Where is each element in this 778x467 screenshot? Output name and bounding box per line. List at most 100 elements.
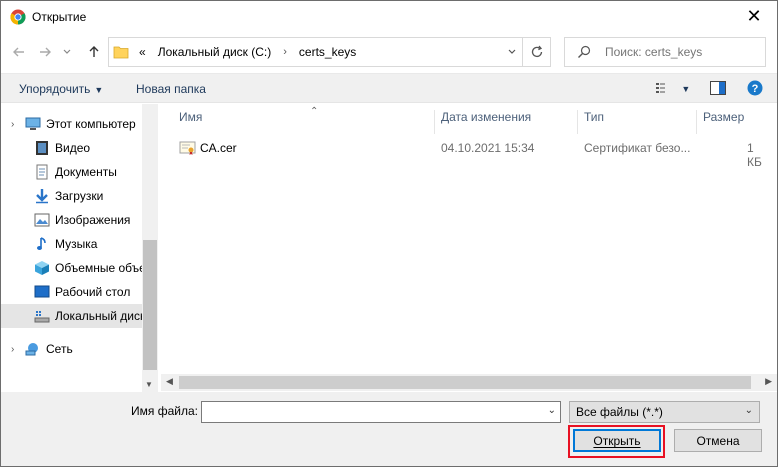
toolbar: Упорядочить ▼ Новая папка ▼ ? xyxy=(1,73,777,103)
up-button[interactable] xyxy=(85,43,103,61)
navigation-pane: › Этот компьютер Видео Документы Загрузк… xyxy=(1,104,158,392)
cancel-button-label: Отмена xyxy=(696,434,740,448)
column-header-type[interactable]: Тип xyxy=(578,110,697,134)
sidebar-item-local-disk[interactable]: Локальный диск (C:) xyxy=(1,304,142,328)
sidebar-item-pictures[interactable]: Изображения xyxy=(1,208,142,232)
search-icon xyxy=(578,45,591,58)
svg-text:?: ? xyxy=(752,83,759,95)
chevron-down-icon xyxy=(63,49,71,54)
file-row[interactable]: CA.cer 04.10.2021 15:34 Сертификат безо.… xyxy=(173,137,769,169)
sidebar-item-label: Локальный диск (C:) xyxy=(55,309,142,323)
sidebar-item-label: Объемные объекты xyxy=(55,261,142,275)
organize-button[interactable]: Упорядочить ▼ xyxy=(19,82,103,96)
file-name: CA.cer xyxy=(200,141,237,155)
3d-objects-icon xyxy=(35,261,49,275)
scroll-right-icon[interactable]: ▶ xyxy=(765,376,772,387)
new-folder-button[interactable]: Новая папка xyxy=(136,82,206,96)
sidebar-item-downloads[interactable]: Загрузки xyxy=(1,184,142,208)
sidebar-item-documents[interactable]: Документы xyxy=(1,160,142,184)
network-icon xyxy=(25,343,38,356)
column-header-size[interactable]: Размер xyxy=(697,110,773,134)
search-box[interactable] xyxy=(564,37,766,67)
breadcrumb-overflow[interactable]: « xyxy=(133,45,152,59)
sidebar-item-label: Музыка xyxy=(55,237,98,251)
file-size: 1 КБ xyxy=(747,141,762,169)
preview-pane-button[interactable] xyxy=(710,81,726,98)
chevron-down-icon[interactable]: ⌄ xyxy=(548,405,556,416)
computer-icon xyxy=(25,117,41,130)
video-icon xyxy=(36,141,48,155)
filename-label: Имя файла: xyxy=(131,404,198,418)
drive-icon xyxy=(34,311,50,323)
sidebar-item-music[interactable]: Музыка xyxy=(1,232,142,256)
column-header-label: Размер xyxy=(703,110,745,124)
file-list-horizontal-scrollbar[interactable]: ◀ ▶ xyxy=(161,374,777,391)
highlight-annotation xyxy=(568,425,665,458)
sidebar-item-label: Видео xyxy=(55,141,91,155)
file-list: ⌃ Имя Дата изменения Тип Размер CA.cer 0… xyxy=(161,104,777,392)
scrollbar-thumb[interactable] xyxy=(179,376,751,389)
file-type-select[interactable]: Все файлы (*.*) ⌄ xyxy=(569,401,760,423)
folder-icon xyxy=(113,46,129,59)
sidebar-item-label: Сеть xyxy=(46,342,73,356)
chevron-down-icon: ▼ xyxy=(94,85,104,95)
column-header-label: Дата изменения xyxy=(441,110,532,124)
organize-label: Упорядочить xyxy=(19,82,91,96)
help-button[interactable]: ? xyxy=(747,80,763,99)
address-bar[interactable]: « Локальный диск (C:) › certs_keys xyxy=(108,37,551,67)
up-arrow-icon xyxy=(89,46,99,57)
address-dropdown-icon[interactable] xyxy=(507,45,517,59)
sidebar-item-label: Документы xyxy=(55,165,117,179)
pictures-icon xyxy=(34,213,50,227)
desktop-icon xyxy=(34,285,50,298)
file-date: 04.10.2021 15:34 xyxy=(441,141,535,155)
column-header-date[interactable]: Дата изменения xyxy=(435,110,578,134)
open-file-dialog: Открытие ✕ « Локальный диск (C:) › certs… xyxy=(0,0,778,467)
close-button[interactable]: ✕ xyxy=(731,1,777,32)
sidebar-item-label: Изображения xyxy=(55,213,131,227)
sidebar-item-label: Этот компьютер xyxy=(46,117,136,131)
sidebar-item-network[interactable]: › Сеть xyxy=(1,337,142,361)
navigation-pane-scrollbar[interactable]: ▼ xyxy=(142,104,158,392)
chevron-down-icon: ▼ xyxy=(681,84,691,94)
file-type: Сертификат безо... xyxy=(584,141,691,155)
certificate-icon xyxy=(179,141,196,155)
sidebar-item-desktop[interactable]: Рабочий стол xyxy=(1,280,142,304)
expand-arrow-icon[interactable]: › xyxy=(11,119,21,130)
sidebar-item-label: Загрузки xyxy=(55,189,104,203)
preview-pane-icon xyxy=(710,81,726,95)
column-header-label: Тип xyxy=(584,110,605,124)
breadcrumb-local-disk[interactable]: Локальный диск (C:) xyxy=(152,45,278,59)
back-arrow-icon xyxy=(13,47,24,57)
search-input[interactable] xyxy=(603,44,761,60)
sidebar-item-3d-objects[interactable]: Объемные объекты xyxy=(1,256,142,280)
sidebar-item-video[interactable]: Видео xyxy=(1,136,142,160)
expand-arrow-icon[interactable]: › xyxy=(11,344,21,355)
scrollbar-thumb[interactable] xyxy=(143,240,157,370)
title-bar: Открытие ✕ xyxy=(1,1,777,33)
breadcrumb-certs-keys[interactable]: certs_keys xyxy=(293,45,362,59)
file-type-value: Все файлы (*.*) xyxy=(576,405,663,419)
breadcrumb-separator[interactable]: › xyxy=(277,46,293,58)
help-icon: ? xyxy=(747,80,763,96)
sidebar-item-this-pc[interactable]: › Этот компьютер xyxy=(1,112,142,136)
column-header-name[interactable]: ⌃ Имя xyxy=(173,106,435,134)
filename-input[interactable]: ⌄ xyxy=(201,401,561,423)
recent-locations-button[interactable] xyxy=(61,43,73,61)
scroll-down-icon[interactable]: ▼ xyxy=(145,380,153,389)
refresh-button[interactable] xyxy=(522,38,550,66)
documents-icon xyxy=(36,164,48,180)
cancel-button[interactable]: Отмена xyxy=(674,429,762,452)
sidebar-item-label: Рабочий стол xyxy=(55,285,131,299)
scroll-left-icon[interactable]: ◀ xyxy=(166,376,173,387)
new-folder-label: Новая папка xyxy=(136,82,206,96)
column-header-label: Имя xyxy=(179,110,203,124)
forward-arrow-icon xyxy=(40,47,51,57)
change-view-button[interactable]: ▼ xyxy=(656,82,690,97)
sort-ascending-icon: ⌃ xyxy=(310,106,319,117)
music-icon xyxy=(37,237,46,250)
back-button[interactable] xyxy=(10,43,28,61)
chrome-icon xyxy=(10,9,26,25)
downloads-icon xyxy=(36,189,48,204)
forward-button[interactable] xyxy=(36,43,54,61)
